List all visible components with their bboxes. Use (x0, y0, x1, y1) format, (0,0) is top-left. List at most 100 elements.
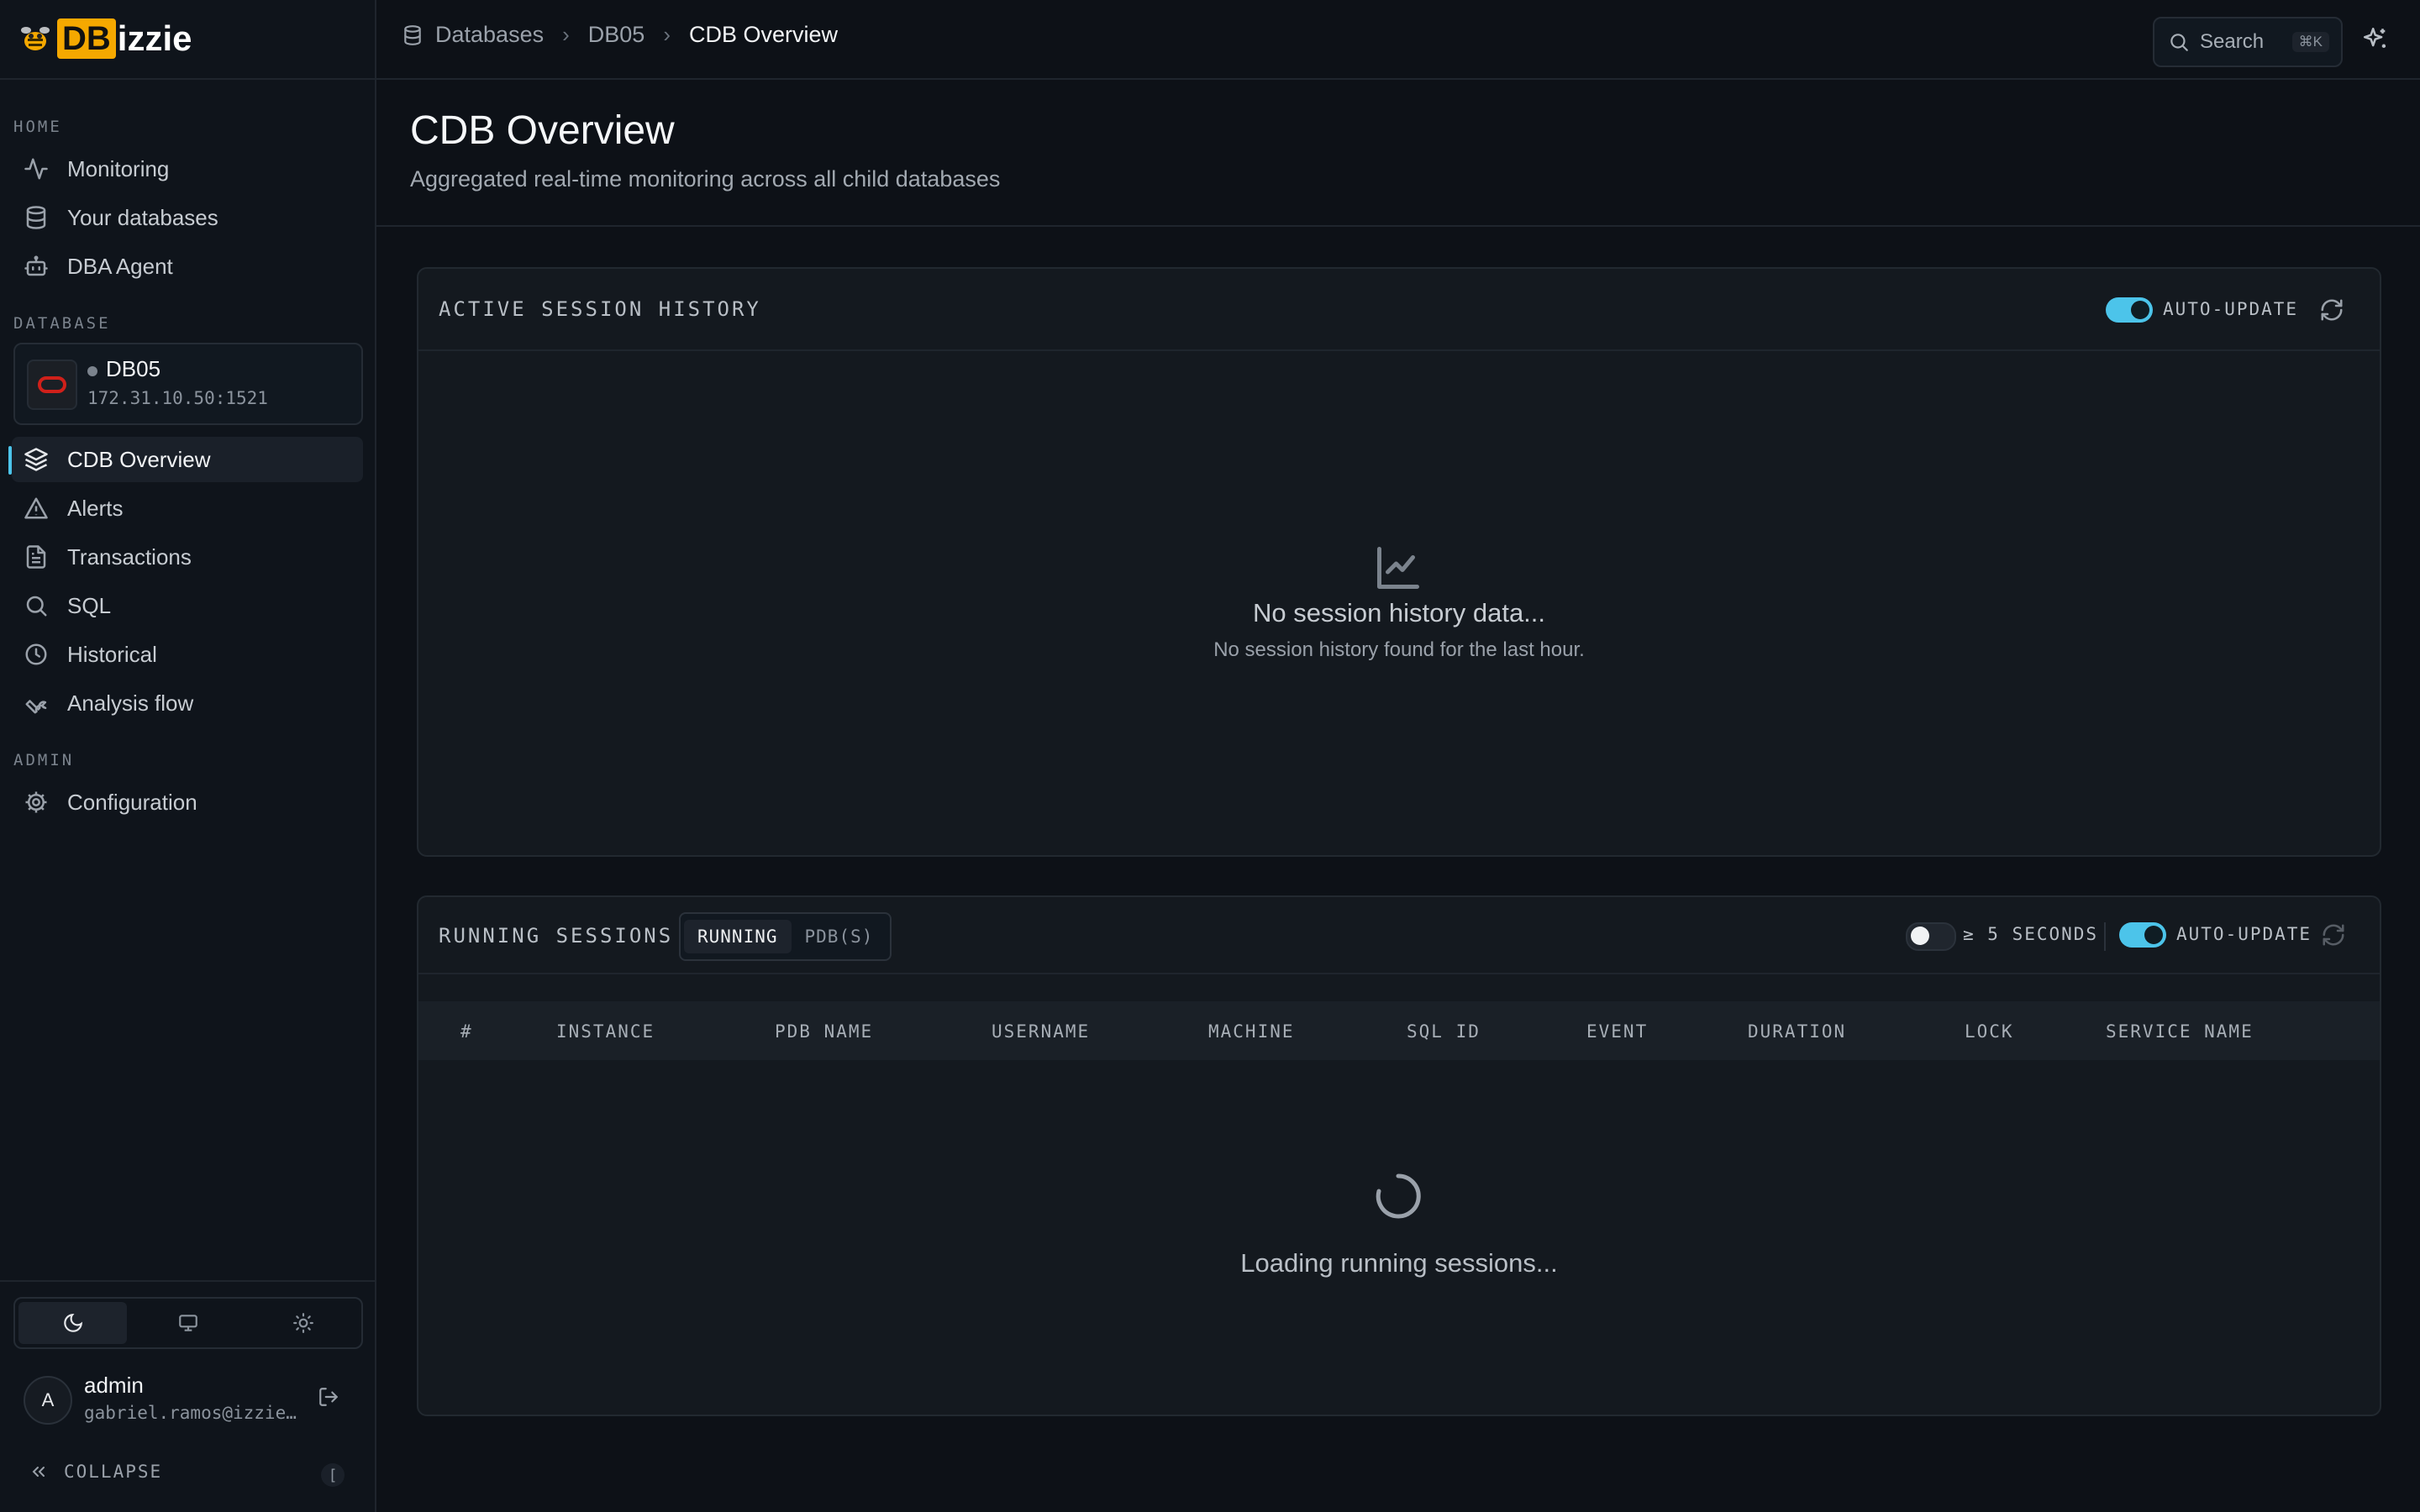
sidebar: DB izzie HOME Monitoring Your databases … (0, 0, 376, 1512)
user-email: gabriel.ramos@izzie… (84, 1403, 297, 1423)
auto-update-label: AUTO-UPDATE (2176, 924, 2312, 944)
toggle-knob (2144, 926, 2163, 944)
activity-icon (22, 155, 50, 183)
min-duration-toggle[interactable] (1906, 922, 1956, 951)
sidebar-item-analysis-flow[interactable]: Analysis flow (12, 680, 363, 726)
status-dot (87, 366, 97, 376)
refresh-button[interactable] (2321, 922, 2346, 948)
database-icon (22, 203, 50, 232)
search-icon (22, 591, 50, 620)
sun-icon (293, 1313, 314, 1333)
sidebar-item-historical[interactable]: Historical (12, 632, 363, 677)
refresh-button[interactable] (2319, 297, 2344, 323)
logo-rest-text: izzie (117, 18, 192, 58)
sidebar-item-label: Analysis flow (67, 690, 194, 716)
divider (0, 78, 375, 80)
sidebar-item-alerts[interactable]: Alerts (12, 486, 363, 531)
chevron-right-icon: › (562, 22, 570, 47)
layers-icon (22, 445, 50, 474)
collapse-shortcut-badge: [ (321, 1463, 345, 1487)
active-session-history-panel: ACTIVE SESSION HISTORY AUTO-UPDATE No se… (417, 267, 2381, 857)
empty-state-subtitle: No session history found for the last ho… (1213, 638, 1585, 661)
wrench-icon (22, 689, 50, 717)
page-subtitle: Aggregated real-time monitoring across a… (410, 166, 1001, 192)
database-icon (404, 24, 421, 45)
sidebar-item-dba-agent[interactable]: DBA Agent (12, 244, 363, 289)
running-sessions-panel: RUNNING SESSIONS RUNNING PDB(S) ≥ 5 SECO… (417, 895, 2381, 1416)
section-label-home: HOME (13, 118, 62, 136)
theme-light-button[interactable] (250, 1302, 358, 1344)
section-label-admin: ADMIN (13, 751, 75, 769)
column-header-instance[interactable]: INSTANCE (556, 1021, 655, 1042)
breadcrumb-databases[interactable]: Databases (435, 22, 544, 48)
app-logo[interactable]: DB izzie (18, 15, 192, 62)
sidebar-item-label: CDB Overview (67, 446, 211, 472)
table-header: # INSTANCE PDB NAME USERNAME MACHINE SQL… (418, 1001, 2380, 1060)
column-header-sql-id[interactable]: SQL ID (1407, 1021, 1481, 1042)
search-shortcut: ⌘K (2291, 32, 2329, 52)
chart-line-icon (1373, 543, 1423, 593)
sidebar-item-configuration[interactable]: Configuration (12, 780, 363, 825)
tab-pdbs[interactable]: PDB(S) (792, 920, 887, 953)
sidebar-item-your-databases[interactable]: Your databases (12, 195, 363, 240)
breadcrumb-db05[interactable]: DB05 (588, 22, 645, 48)
sidebar-item-sql[interactable]: SQL (12, 583, 363, 628)
breadcrumb-current: CDB Overview (688, 22, 839, 47)
divider (418, 973, 2380, 974)
database-host: 172.31.10.50:1521 (87, 388, 268, 408)
column-header-number[interactable]: # (460, 1021, 473, 1042)
sidebar-item-label: Historical (67, 641, 157, 667)
column-header-machine[interactable]: MACHINE (1208, 1021, 1295, 1042)
collapse-label: COLLAPSE (64, 1462, 163, 1482)
loading-text: Loading running sessions... (1240, 1248, 1558, 1278)
topbar: Databases › DB05 › CDB Overview Search ⌘… (376, 0, 2420, 80)
database-name: DB05 (106, 356, 161, 381)
sidebar-item-label: SQL (67, 592, 112, 618)
chevron-right-icon: › (663, 22, 671, 47)
logout-button[interactable] (318, 1386, 339, 1408)
column-header-duration[interactable]: DURATION (1748, 1021, 1846, 1042)
ai-assistant-button[interactable] (2361, 25, 2390, 54)
column-header-service-name[interactable]: SERVICE NAME (2106, 1021, 2254, 1042)
column-header-event[interactable]: EVENT (1586, 1021, 1648, 1042)
tab-running[interactable]: RUNNING (684, 920, 792, 953)
panel-title: RUNNING SESSIONS (439, 924, 674, 948)
refresh-icon (2321, 299, 2343, 321)
breadcrumb: Databases › DB05 › CDB Overview (402, 22, 838, 48)
divider (2104, 922, 2106, 951)
auto-update-toggle[interactable] (2106, 297, 2153, 323)
empty-state-title: No session history data... (1252, 598, 1546, 627)
toggle-knob (2131, 301, 2149, 319)
gear-icon (22, 788, 50, 816)
panel-title: ACTIVE SESSION HISTORY (439, 297, 761, 321)
logout-icon (319, 1388, 338, 1406)
sidebar-item-label: Transactions (67, 543, 192, 570)
oracle-icon (27, 360, 77, 410)
session-view-tabs: RUNNING PDB(S) (679, 912, 892, 961)
avatar[interactable]: A (24, 1376, 72, 1425)
database-card[interactable]: DB05 172.31.10.50:1521 (13, 343, 363, 425)
sidebar-item-monitoring[interactable]: Monitoring (12, 146, 363, 192)
collapse-button[interactable]: COLLAPSE (29, 1462, 162, 1482)
auto-update-toggle[interactable] (2119, 922, 2166, 948)
column-header-pdb-name[interactable]: PDB NAME (775, 1021, 873, 1042)
sidebar-item-label: Your databases (67, 204, 218, 230)
sparkles-icon (2363, 27, 2386, 48)
toggle-knob (1911, 927, 1929, 945)
sidebar-item-cdb-overview[interactable]: CDB Overview (12, 437, 363, 482)
loading-spinner-icon (1373, 1171, 1423, 1221)
column-header-username[interactable]: USERNAME (992, 1021, 1090, 1042)
search-button[interactable]: Search ⌘K (2153, 17, 2343, 67)
column-header-lock[interactable]: LOCK (1965, 1021, 2014, 1042)
sidebar-item-transactions[interactable]: Transactions (12, 534, 363, 580)
theme-dark-button[interactable] (18, 1302, 128, 1344)
min-duration-label: ≥ 5 SECONDS (1963, 924, 2099, 944)
auto-update-label: AUTO-UPDATE (2163, 299, 2299, 319)
chevrons-left-icon (32, 1467, 45, 1477)
user-name: admin (84, 1373, 144, 1398)
bee-icon (21, 27, 50, 50)
theme-switcher (13, 1297, 363, 1349)
alert-triangle-icon (22, 494, 50, 522)
theme-system-button[interactable] (134, 1302, 242, 1344)
divider (376, 225, 2420, 227)
